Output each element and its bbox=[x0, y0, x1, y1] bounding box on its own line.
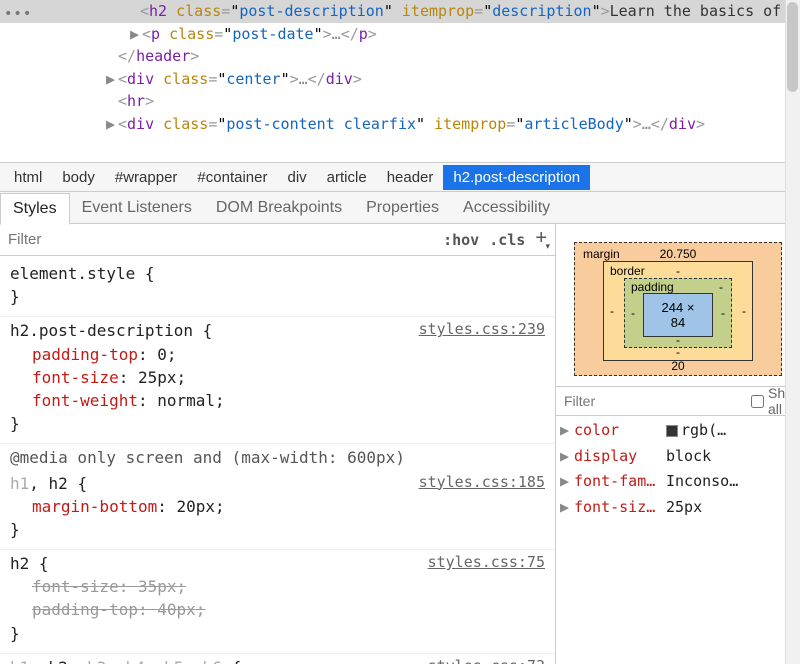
breadcrumb-item[interactable]: #container bbox=[187, 165, 277, 190]
tab-styles[interactable]: Styles bbox=[0, 193, 70, 225]
style-rule[interactable]: styles.css:185h1, h2 {margin-bottom: 20p… bbox=[0, 470, 555, 551]
computed-property-row[interactable]: ▶colorrgb(… bbox=[560, 418, 796, 444]
breadcrumb-item[interactable]: #wrapper bbox=[105, 165, 188, 190]
expand-arrow-icon[interactable]: ▶ bbox=[106, 113, 118, 136]
dom-node-line[interactable]: <h2 class="post-description" itemprop="d… bbox=[0, 0, 800, 23]
style-rule[interactable]: styles.css:73h1, h2, h3, h4, h5, h6 {} bbox=[0, 654, 555, 664]
border-top-value: - bbox=[676, 264, 680, 278]
margin-bottom-value: 20 bbox=[671, 359, 684, 373]
styles-toolbar: :hov .cls + ▾ bbox=[0, 224, 555, 256]
computed-property-row[interactable]: ▶font-fam…Inconso… bbox=[560, 469, 796, 495]
dom-node-line[interactable]: <hr> bbox=[0, 90, 800, 113]
padding-left-value: - bbox=[631, 306, 635, 320]
breadcrumb-item[interactable]: body bbox=[52, 165, 105, 190]
expand-arrow-icon[interactable]: ▶ bbox=[130, 23, 142, 46]
margin-label: margin bbox=[583, 247, 620, 261]
box-model-border[interactable]: border - - - - padding - - - - 244 × 84 bbox=[603, 261, 753, 361]
new-style-rule-button[interactable]: + ▾ bbox=[525, 228, 547, 251]
tab-dom-breakpoints[interactable]: DOM Breakpoints bbox=[204, 193, 354, 223]
padding-right-value: - bbox=[721, 306, 725, 320]
style-property[interactable]: font-weight: normal; bbox=[10, 389, 545, 412]
tab-properties[interactable]: Properties bbox=[354, 193, 451, 223]
style-property[interactable]: font-size: 25px; bbox=[10, 366, 545, 389]
style-property[interactable]: padding-top: 40px; bbox=[10, 598, 545, 621]
toggle-class-button[interactable]: .cls bbox=[489, 231, 525, 249]
expand-arrow-icon[interactable]: ▶ bbox=[560, 444, 574, 470]
margin-top-value: 20.750 bbox=[660, 247, 697, 261]
box-model-margin[interactable]: margin 20.750 20 border - - - - padding … bbox=[574, 242, 782, 376]
color-swatch[interactable] bbox=[666, 425, 678, 437]
border-label: border bbox=[610, 264, 645, 278]
source-link[interactable]: styles.css:185 bbox=[419, 472, 545, 494]
scrollbar-thumb[interactable] bbox=[787, 2, 798, 92]
media-query: @media only screen and (max-width: 600px… bbox=[0, 444, 555, 469]
more-options-icon[interactable]: ••• bbox=[4, 6, 32, 22]
style-property[interactable]: padding-top: 0; bbox=[10, 343, 545, 366]
breadcrumb-item[interactable]: html bbox=[4, 165, 52, 190]
style-property[interactable]: font-size: 35px; bbox=[10, 575, 545, 598]
breadcrumb-item[interactable]: header bbox=[377, 165, 444, 190]
breadcrumb-item[interactable]: div bbox=[277, 165, 316, 190]
dom-node-line[interactable]: ▶<div class="center">…</div> bbox=[0, 68, 800, 91]
padding-label: padding bbox=[631, 280, 674, 294]
computed-pane: margin 20.750 20 border - - - - padding … bbox=[556, 224, 800, 664]
dom-node-line[interactable]: </header> bbox=[0, 45, 800, 68]
box-model: margin 20.750 20 border - - - - padding … bbox=[556, 224, 800, 386]
style-rule[interactable]: element.style {} bbox=[0, 260, 555, 317]
style-property[interactable]: margin-bottom: 20px; bbox=[10, 495, 545, 518]
source-link[interactable]: styles.css:75 bbox=[428, 552, 545, 574]
dom-node-line[interactable]: ▶<div class="post-content clearfix" item… bbox=[0, 113, 800, 136]
computed-property-row[interactable]: ▶displayblock bbox=[560, 444, 796, 470]
computed-filter-input[interactable] bbox=[564, 393, 745, 409]
tab-accessibility[interactable]: Accessibility bbox=[451, 193, 562, 223]
computed-property-row[interactable]: ▶font-siz…25px bbox=[560, 495, 796, 521]
expand-arrow-icon[interactable]: ▶ bbox=[106, 68, 118, 91]
show-all-checkbox[interactable] bbox=[751, 395, 764, 408]
dom-node-line[interactable]: ▶<p class="post-date">…</p> bbox=[0, 23, 800, 46]
breadcrumb-item[interactable]: article bbox=[317, 165, 377, 190]
box-model-padding[interactable]: padding - - - - 244 × 84 bbox=[624, 278, 732, 348]
vertical-scrollbar[interactable] bbox=[785, 0, 800, 664]
breadcrumb-item[interactable]: h2.post-description bbox=[443, 165, 590, 190]
box-model-content[interactable]: 244 × 84 bbox=[643, 293, 713, 337]
tab-event-listeners[interactable]: Event Listeners bbox=[70, 193, 204, 223]
expand-arrow-icon[interactable]: ▶ bbox=[560, 495, 574, 521]
styles-filter-input[interactable] bbox=[8, 231, 433, 248]
toggle-hover-button[interactable]: :hov bbox=[443, 231, 479, 249]
chevron-down-icon: ▾ bbox=[545, 241, 550, 252]
padding-bottom-value: - bbox=[676, 333, 680, 347]
source-link[interactable]: styles.css:73 bbox=[428, 656, 545, 664]
border-left-value: - bbox=[610, 304, 614, 318]
style-rule[interactable]: styles.css:239h2.post-description {paddi… bbox=[0, 317, 555, 444]
computed-properties-list: ▶colorrgb(…▶displayblock▶font-fam…Incons… bbox=[556, 416, 800, 522]
style-rule[interactable]: styles.css:75h2 {font-size: 35px;padding… bbox=[0, 550, 555, 654]
padding-top-value: - bbox=[719, 280, 723, 294]
expand-arrow-icon[interactable]: ▶ bbox=[560, 469, 574, 495]
computed-toolbar: Show all bbox=[556, 386, 800, 416]
styles-tabstrip: StylesEvent ListenersDOM BreakpointsProp… bbox=[0, 192, 800, 224]
dom-tree-panel: <h2 class="post-description" itemprop="d… bbox=[0, 0, 800, 162]
style-rules-list: element.style {}styles.css:239h2.post-de… bbox=[0, 256, 555, 664]
border-right-value: - bbox=[742, 304, 746, 318]
styles-pane: :hov .cls + ▾ element.style {}styles.css… bbox=[0, 224, 556, 664]
source-link[interactable]: styles.css:239 bbox=[419, 319, 545, 341]
breadcrumb: htmlbody#wrapper#containerdivarticlehead… bbox=[0, 162, 800, 192]
expand-arrow-icon[interactable]: ▶ bbox=[560, 418, 574, 444]
lower-panes: :hov .cls + ▾ element.style {}styles.css… bbox=[0, 224, 800, 664]
